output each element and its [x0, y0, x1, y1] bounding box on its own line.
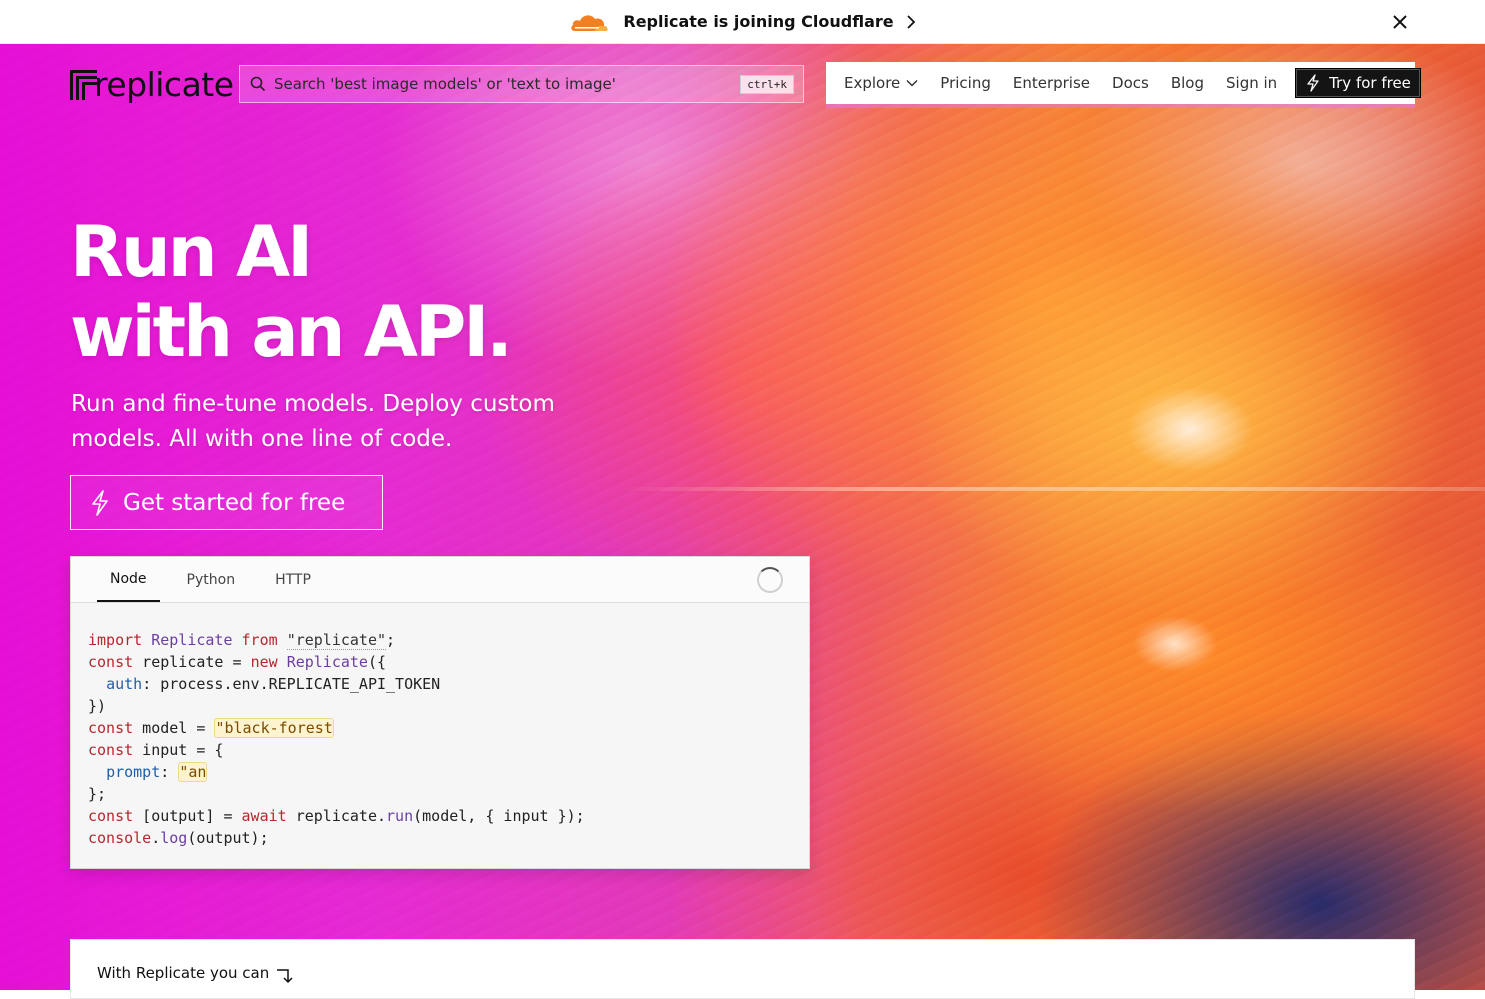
replicate-logo[interactable]: replicate [70, 64, 234, 104]
get-started-button[interactable]: Get started for free [70, 475, 383, 530]
code-token: run [386, 807, 414, 825]
code-token: : process.env.REPLICATE_API_TOKEN [142, 675, 441, 693]
search-input[interactable] [272, 74, 741, 94]
cloudflare-logo-icon [571, 14, 608, 31]
nav-explore-label: Explore [844, 74, 901, 92]
headline-line-2: with an API. [70, 291, 513, 373]
code-token: (output); [187, 829, 269, 847]
code-token: from [241, 631, 278, 649]
code-token: new [250, 653, 278, 671]
code-token: [output] = [133, 807, 242, 825]
close-icon[interactable] [1391, 13, 1409, 31]
code-token: . [151, 829, 161, 847]
lightning-bolt-icon [92, 489, 108, 516]
code-block: import Replicate from "replicate"; const… [71, 603, 809, 849]
features-card: With Replicate you can [70, 939, 1415, 999]
features-card-heading: With Replicate you can [97, 962, 294, 984]
prompt-string-highlight[interactable]: "an [178, 762, 208, 782]
try-for-free-button[interactable]: Try for free [1295, 68, 1421, 98]
headline-line-1: Run AI [70, 211, 313, 293]
code-token: (model, { input }); [413, 807, 585, 825]
features-card-label: With Replicate you can [97, 964, 270, 982]
hero-headline: Run AI with an API. [70, 211, 513, 373]
nav-sign-in[interactable]: Sign in [1215, 74, 1288, 92]
code-token: replicate. [286, 807, 387, 825]
code-language-tabs: Node Python HTTP [71, 557, 809, 603]
code-token: const [88, 719, 134, 737]
tab-python[interactable]: Python [174, 557, 249, 602]
nav-docs[interactable]: Docs [1101, 74, 1160, 92]
logo-text: replicate [94, 64, 234, 104]
code-example-panel: Node Python HTTP import Replicate from "… [70, 556, 810, 869]
hero-subhead: Run and fine-tune models. Deploy custom … [71, 391, 555, 452]
code-token: "replicate" [286, 631, 387, 650]
code-token: }) [88, 697, 107, 715]
code-token: ({ [367, 653, 387, 671]
code-token: const [88, 807, 134, 825]
get-started-label: Get started for free [123, 489, 346, 516]
code-token: await [241, 807, 287, 825]
code-token: input = { [133, 741, 224, 759]
code-token: import [88, 631, 143, 649]
announcement-text[interactable]: Replicate is joining Cloudflare [623, 12, 893, 31]
tab-node[interactable]: Node [97, 557, 160, 602]
code-token: auth [106, 675, 143, 693]
code-token: console [88, 829, 152, 847]
nav-enterprise[interactable]: Enterprise [1002, 74, 1101, 92]
code-token: model = [133, 719, 215, 737]
code-token: ; [386, 631, 396, 649]
lightning-bolt-icon [1307, 74, 1319, 92]
main-nav: Explore Pricing Enterprise Docs Blog Sig… [826, 62, 1421, 104]
code-token: Replicate [151, 631, 233, 649]
try-for-free-label: Try for free [1329, 74, 1411, 92]
search-shortcut-badge: ctrl+k [740, 74, 794, 94]
nav-pricing[interactable]: Pricing [929, 74, 1002, 92]
search-bar[interactable]: ctrl+k [239, 65, 804, 103]
announcement-bar[interactable]: Replicate is joining Cloudflare [0, 0, 1485, 44]
nav-explore[interactable]: Explore [826, 74, 929, 92]
tab-http[interactable]: HTTP [262, 557, 324, 602]
arrow-down-right-icon [277, 969, 293, 984]
code-token: : [160, 763, 179, 781]
code-token: const [88, 741, 134, 759]
code-token: prompt [106, 763, 161, 781]
chevron-right-icon [906, 14, 915, 29]
model-string-highlight[interactable]: "black-forest [214, 718, 334, 738]
loading-spinner-icon [757, 567, 783, 593]
code-token: log [160, 829, 188, 847]
code-token: Replicate [286, 653, 368, 671]
horizon-line [620, 487, 1485, 491]
search-icon [250, 76, 266, 92]
code-token: }; [88, 785, 107, 803]
chevron-down-icon [906, 79, 918, 87]
code-token: replicate = [133, 653, 251, 671]
code-token: const [88, 653, 134, 671]
nav-blog[interactable]: Blog [1160, 74, 1215, 92]
